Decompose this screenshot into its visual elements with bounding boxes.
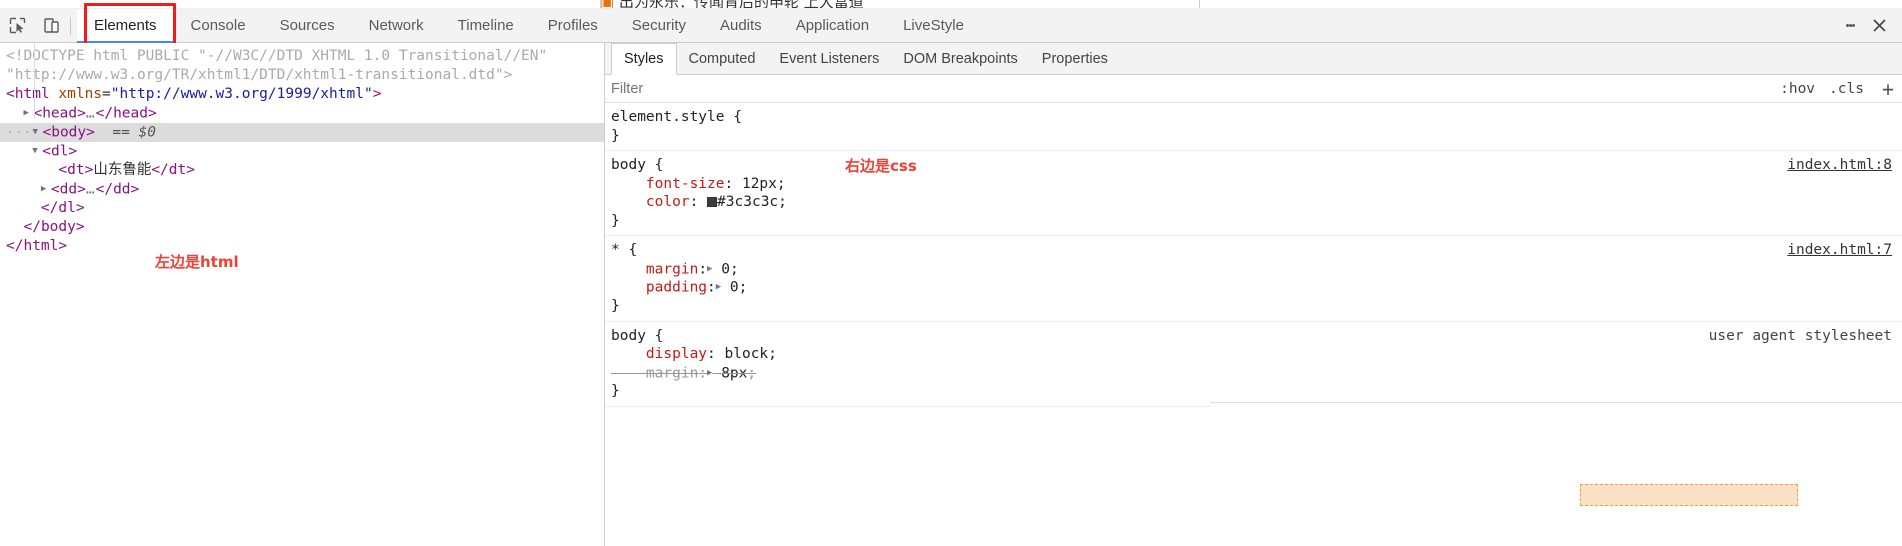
devtools-window: ▣ 出为永乐：传闻肯后的申轮 上大富道 Elements Console Sou… [0,0,1902,546]
device-toolbar-icon[interactable] [34,10,68,42]
more-options-icon[interactable] [1836,11,1864,41]
toolbar-divider [70,17,71,35]
hov-toggle-button[interactable]: :hov [1780,81,1815,97]
annotation-left-is-html: 左边是html [155,251,239,272]
panel-tabs: Elements Console Sources Network Timelin… [77,9,981,43]
tab-timeline[interactable]: Timeline [441,9,531,43]
highlighted-dom-element[interactable] [1580,484,1798,506]
toolbar-right-actions [1836,11,1902,41]
dom-line-doctype-1[interactable]: <!DOCTYPE html PUBLIC "-//W3C//DTD XHTML… [0,47,604,66]
plus-icon[interactable]: + [1878,79,1894,99]
dom-line-body-close[interactable]: </body> [0,218,604,237]
chevron-down-icon[interactable]: ▼ [32,142,42,161]
filter-actions: :hov .cls + [1780,79,1894,99]
styles-sidebar-tabs: Styles Computed Event Listeners DOM Brea… [605,43,1902,75]
tab-event-listeners[interactable]: Event Listeners [767,43,891,74]
annotation-right-is-css: 右边是css [845,157,917,176]
css-rules-list: element.style { } index.html:8 body { fo… [605,103,1902,407]
css-rule-body-author[interactable]: index.html:8 body { font-size: 12px; col… [605,151,1902,236]
dom-line-dt[interactable]: <dt>山东鲁能</dt> [0,161,604,180]
tab-security[interactable]: Security [615,9,703,43]
css-source-link[interactable]: index.html:7 [1787,241,1892,260]
dom-line-html-close[interactable]: </html> [0,237,604,256]
css-declaration-overridden[interactable]: margin:▶ 8px; [611,364,1902,383]
css-rule-body-user-agent[interactable]: user agent stylesheet body { display: bl… [605,322,1902,407]
tab-network[interactable]: Network [352,9,441,43]
devtools-toolbar: Elements Console Sources Network Timelin… [0,9,1902,43]
tab-application[interactable]: Application [779,9,886,43]
css-declaration[interactable]: color: #3c3c3c; [611,193,1902,212]
css-rule-universal[interactable]: index.html:7 * { margin:▶ 0; padding:▶ 0… [605,236,1902,322]
css-source-link[interactable]: index.html:8 [1787,156,1892,175]
chevron-right-icon[interactable]: ▶ [23,104,33,123]
inspect-element-icon[interactable] [0,10,34,42]
css-rule-close: } [611,212,1902,231]
styles-empty-area [1210,402,1902,546]
dom-line-body[interactable]: ···▼<body> == $0 [0,123,604,142]
tab-profiles[interactable]: Profiles [531,9,615,43]
chevron-right-icon[interactable]: ▶ [41,180,51,199]
tab-sources[interactable]: Sources [263,9,352,43]
dom-line-dl-close[interactable]: </dl> [0,199,604,218]
css-rule-element-style[interactable]: element.style { } [605,103,1902,151]
tab-properties[interactable]: Properties [1030,43,1120,74]
css-declaration[interactable]: font-size: 12px; [611,175,1902,194]
styles-filter-bar: :hov .cls + [605,75,1902,103]
dom-line-doctype-2[interactable]: "http://www.w3.org/TR/xhtml1/DTD/xhtml1-… [0,66,604,85]
tab-dom-breakpoints[interactable]: DOM Breakpoints [891,43,1029,74]
tab-console[interactable]: Console [174,9,263,43]
tab-elements[interactable]: Elements [77,9,174,43]
close-devtools-icon[interactable] [1864,11,1894,41]
css-source-label: user agent stylesheet [1709,327,1892,346]
css-declaration[interactable]: padding:▶ 0; [611,278,1902,297]
tab-audits[interactable]: Audits [703,9,779,43]
filter-input[interactable] [611,81,1780,97]
dom-line-dl-open[interactable]: ▼<dl> [0,142,604,161]
css-selector[interactable]: element.style { [611,108,1902,127]
sliver-divider-right [1199,0,1200,9]
css-declaration[interactable]: display: block; [611,345,1902,364]
tab-livestyle[interactable]: LiveStyle [886,9,981,43]
css-rule-close: } [611,297,1902,316]
cls-toggle-button[interactable]: .cls [1829,81,1864,97]
dom-line-dd[interactable]: ▶<dd>…</dd> [0,180,604,199]
dom-line-html-open[interactable]: <html xmlns="http://www.w3.org/1999/xhtm… [0,85,604,104]
tab-styles[interactable]: Styles [611,43,677,75]
tab-computed[interactable]: Computed [677,43,768,74]
elements-dom-pane[interactable]: <!DOCTYPE html PUBLIC "-//W3C//DTD XHTML… [0,43,604,546]
css-selector[interactable]: body { [611,156,1902,175]
dom-indent-guide [34,43,35,119]
dom-tree: <!DOCTYPE html PUBLIC "-//W3C//DTD XHTML… [0,43,604,256]
css-selector[interactable]: * { [611,241,1902,260]
chevron-down-icon[interactable]: ▼ [32,123,42,142]
dom-line-head[interactable]: ▶<head>…</head> [0,104,604,123]
css-declaration[interactable]: margin:▶ 0; [611,260,1902,279]
color-swatch[interactable] [707,197,717,207]
styles-pane: Styles Computed Event Listeners DOM Brea… [605,43,1902,546]
css-rule-close: } [611,382,1902,401]
devtools-panes: <!DOCTYPE html PUBLIC "-//W3C//DTD XHTML… [0,43,1902,546]
css-rule-close: } [611,127,1902,146]
